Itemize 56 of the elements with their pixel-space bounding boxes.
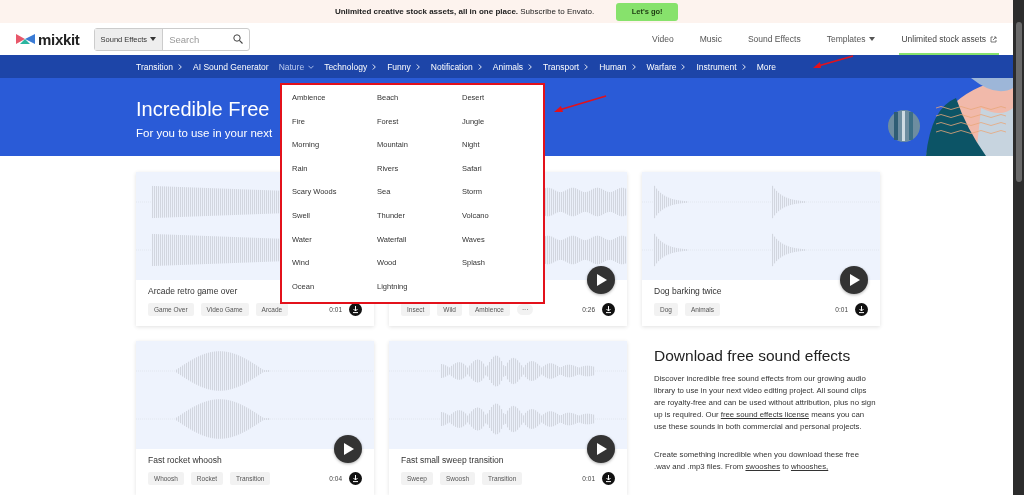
play-icon <box>848 274 860 286</box>
category-link[interactable]: Animals <box>492 61 534 72</box>
download-icon[interactable] <box>349 472 362 485</box>
download-icon[interactable] <box>602 303 615 316</box>
sound-title[interactable]: Fast small sweep transition <box>389 449 627 469</box>
category-link[interactable]: Transition <box>136 61 183 72</box>
play-button[interactable] <box>334 435 362 463</box>
external-link-icon <box>990 35 997 43</box>
nav-link[interactable]: Sound Effects <box>745 23 803 55</box>
play-icon <box>595 274 607 286</box>
category-link[interactable]: Nature <box>278 61 315 72</box>
nav-link[interactable]: Music <box>697 23 724 55</box>
caret-icon <box>150 37 157 41</box>
category-link[interactable]: Transport <box>543 61 590 72</box>
download-icon[interactable] <box>602 472 615 485</box>
annotation-arrow <box>812 55 854 70</box>
play-button[interactable] <box>587 266 615 294</box>
category-link[interactable]: Warfare <box>646 61 687 72</box>
chevron-icon <box>740 63 747 70</box>
chevron-icon <box>527 63 534 70</box>
chevron-icon <box>371 63 378 70</box>
chevron-icon <box>583 63 590 70</box>
scrollbar[interactable] <box>1013 0 1024 495</box>
logo-text[interactable]: mixkit <box>38 30 80 48</box>
caret-icon <box>869 37 876 41</box>
category-link[interactable]: Notification <box>430 61 483 72</box>
chevron-icon <box>476 63 483 70</box>
category-link[interactable]: More <box>756 61 776 72</box>
scrollbar-thumb[interactable] <box>1015 22 1022 182</box>
category-link[interactable]: Technology <box>324 61 378 72</box>
category-link[interactable]: Human <box>599 61 637 72</box>
category-link[interactable]: AI Sound Generator <box>193 61 269 72</box>
chevron-icon <box>177 63 183 70</box>
hero-subtitle: For you to use in your next <box>136 126 273 139</box>
search-icon[interactable] <box>232 34 243 44</box>
annotation-arrow <box>553 95 607 115</box>
play-button[interactable] <box>840 266 868 294</box>
download-icon[interactable] <box>349 303 362 316</box>
sound-title[interactable]: Dog barking twice <box>642 280 880 300</box>
category-link[interactable]: Funny <box>387 61 421 72</box>
chevron-icon <box>630 63 637 70</box>
section-heading: Download free sound effects <box>654 347 852 365</box>
logo-icon <box>16 32 35 46</box>
promo-text: Unlimited creative stock assets, all in one place. Subscribe to Envato. <box>334 7 595 16</box>
play-icon <box>595 443 607 455</box>
download-icon[interactable] <box>855 303 868 316</box>
sound-title[interactable]: Fast rocket whoosh <box>136 449 374 469</box>
hero-title: Incredible Free <box>136 97 271 121</box>
chevron-icon <box>308 63 315 70</box>
nav-link[interactable]: Templates <box>824 23 878 55</box>
play-button[interactable] <box>587 435 615 463</box>
chevron-icon <box>414 63 421 70</box>
play-icon <box>342 443 354 455</box>
chevron-icon <box>680 63 687 70</box>
category-link[interactable]: Instrument <box>696 61 747 72</box>
nav-link[interactable]: Video <box>650 23 676 55</box>
